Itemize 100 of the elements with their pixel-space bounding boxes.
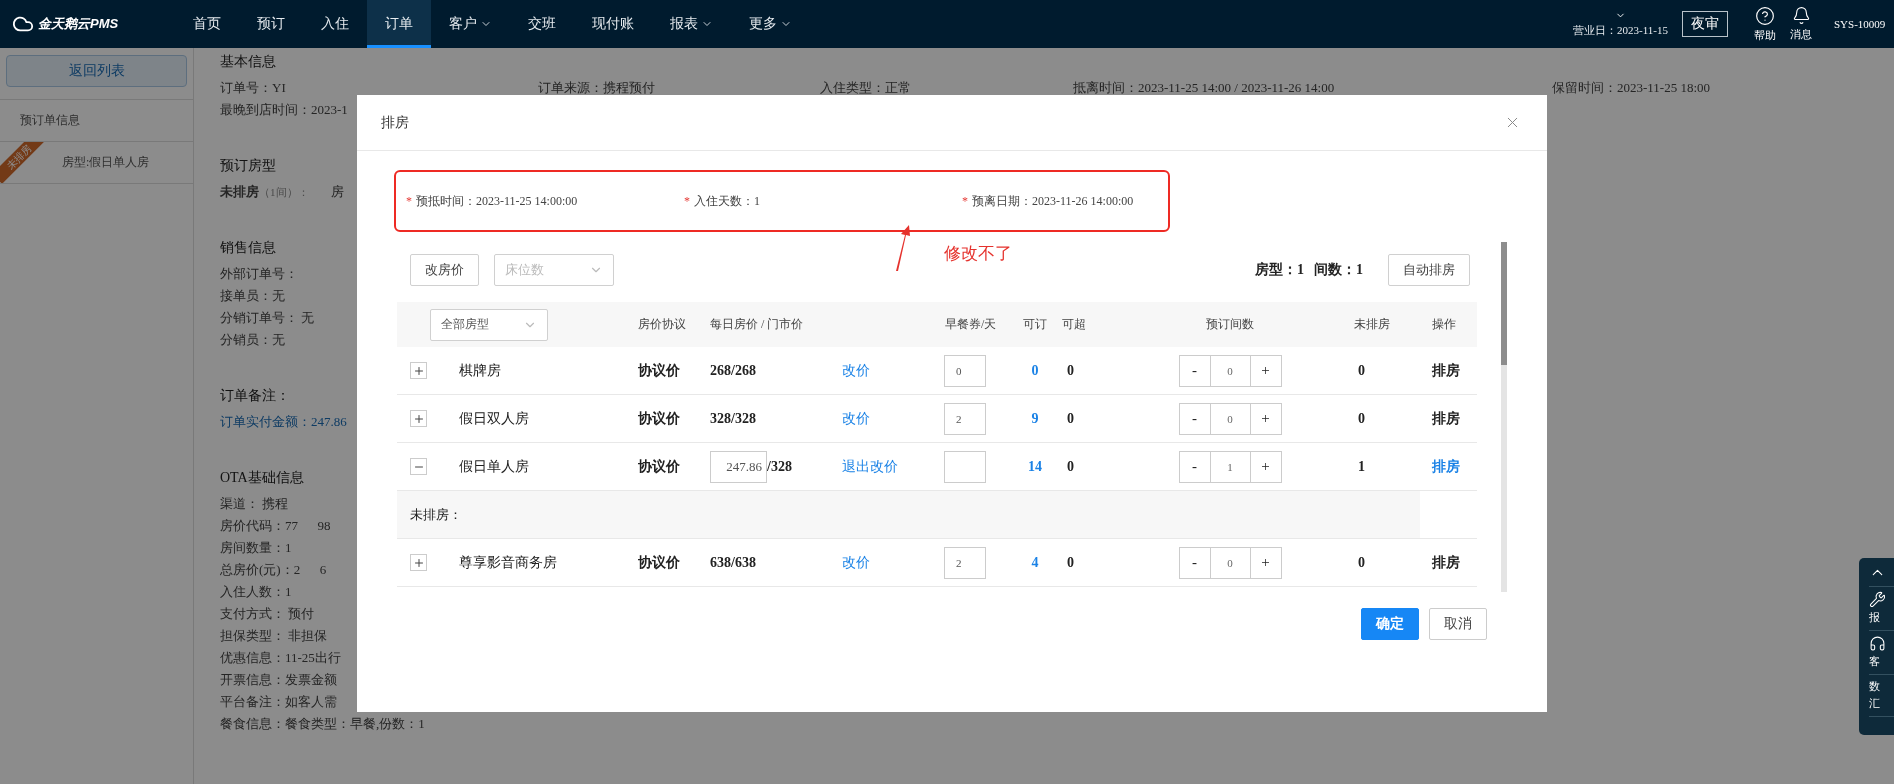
room-count-input[interactable]: 1	[1209, 451, 1251, 482]
info-line: 担保类型： 非担保	[220, 627, 328, 645]
annotation-text: 修改不了	[944, 242, 1012, 265]
change-price-button[interactable]: 改房价	[410, 254, 479, 286]
scrollbar-thumb[interactable]	[1501, 242, 1507, 365]
overbook-count: 0	[1067, 554, 1074, 571]
rate-agreement: 协议价	[637, 457, 680, 476]
change-price-link[interactable]: 改价	[842, 361, 870, 380]
column-header: 可订	[1010, 302, 1060, 347]
price-input[interactable]: 247.86	[710, 450, 767, 483]
date-field: * 预抵时间：2023-11-25 14:00:00	[406, 192, 684, 210]
sidebar-item[interactable]: 未排房 房型:假日单人房	[0, 141, 193, 183]
rate-agreement: 协议价	[637, 409, 680, 428]
help-label[interactable]: 帮助	[1754, 27, 1776, 43]
nav-tab[interactable]: 报表	[652, 0, 731, 48]
expand-button[interactable]	[410, 554, 427, 571]
section-title: 基本信息	[220, 53, 276, 71]
overbook-count: 0	[1067, 410, 1074, 427]
column-header: 预订间数	[1120, 302, 1340, 347]
daily-price: 638/638	[709, 554, 756, 571]
breakfast-input[interactable]	[944, 450, 986, 483]
room-type-filter[interactable]: 全部房型	[430, 308, 548, 341]
room-count-stepper[interactable]: - 0 +	[1178, 354, 1282, 387]
nav-tab[interactable]: 订单	[367, 0, 431, 48]
room-count-stepper[interactable]: - 1 +	[1178, 450, 1282, 483]
breakfast-input[interactable]: 2	[944, 402, 986, 435]
available-count: 0	[1031, 362, 1039, 379]
nav-tab[interactable]: 入住	[303, 0, 367, 48]
info-line: 房	[330, 184, 344, 199]
rack-price: /328	[767, 458, 792, 475]
room-count-stepper[interactable]: - 0 +	[1178, 402, 1282, 435]
column-header: 可超	[1060, 302, 1120, 347]
sidebar-item[interactable]: 预订单信息	[0, 99, 193, 141]
expand-button[interactable]	[410, 362, 427, 379]
room-count-stepper[interactable]: - 0 +	[1178, 546, 1282, 579]
plus-icon	[412, 364, 425, 377]
column-header: 早餐券/天	[935, 302, 1010, 347]
info-line: 渠道： 携程	[220, 495, 289, 513]
expand-button[interactable]	[410, 410, 427, 427]
confirm-button[interactable]: 确定	[1361, 608, 1419, 640]
section-title: 订单备注：	[220, 387, 290, 405]
info-line: 订单号：YI	[220, 79, 287, 97]
info-line: 总房价(元)：2 6	[220, 561, 327, 579]
overbook-count: 0	[1067, 458, 1074, 475]
overbook-count: 0	[1067, 362, 1074, 379]
room-type-name: 假日单人房	[458, 457, 529, 476]
user-name[interactable]: SYS-10009	[1834, 18, 1894, 30]
info-line: 抵离时间：2023-11-25 14:00 / 2023-11-26 14:00	[1073, 79, 1336, 97]
assign-room-link[interactable]: 排房	[1432, 553, 1460, 572]
wrench-icon[interactable]	[1869, 591, 1886, 608]
side-panel-label[interactable]: 报	[1869, 610, 1880, 625]
headset-icon[interactable]	[1869, 635, 1886, 652]
info-line: 房间数量：1	[220, 539, 292, 557]
side-panel-label[interactable]: 数	[1869, 679, 1880, 694]
auto-assign-button[interactable]: 自动排房	[1388, 254, 1470, 286]
assign-room-link[interactable]: 排房	[1432, 409, 1460, 428]
bell-icon[interactable]	[1791, 6, 1811, 25]
info-line: 外部订单号：	[220, 265, 298, 283]
nav-tab[interactable]: 现付账	[574, 0, 652, 48]
nav-tab[interactable]: 更多	[731, 0, 810, 48]
change-price-link[interactable]: 退出改价	[842, 457, 898, 476]
assign-room-link[interactable]: 排房	[1432, 457, 1460, 476]
info-line: 分销员：无	[220, 331, 285, 349]
unassigned-count: 0	[1358, 554, 1365, 571]
side-panel-label[interactable]: 汇	[1869, 696, 1880, 711]
side-panel-label[interactable]: 客	[1869, 654, 1880, 669]
info-line: 订单来源：携程预付	[538, 79, 656, 97]
nav-tab[interactable]: 客户	[431, 0, 510, 48]
nav-tab[interactable]: 首页	[175, 0, 239, 48]
unassigned-count: 0	[1358, 410, 1365, 427]
room-type-name: 尊享影音商务房	[458, 553, 557, 572]
change-price-link[interactable]: 改价	[842, 553, 870, 572]
breakfast-input[interactable]: 0	[944, 354, 986, 387]
help-icon[interactable]	[1755, 5, 1775, 26]
nav-tab[interactable]: 预订	[239, 0, 303, 48]
amount-link[interactable]: 订单实付金额：247.86	[220, 411, 347, 433]
info-line: 分销订单号： 无	[220, 309, 315, 327]
rate-agreement: 协议价	[637, 553, 680, 572]
info-line: 优惠信息：11-25出行	[220, 649, 341, 667]
dialog-title: 排房	[381, 113, 409, 132]
assign-room-link[interactable]: 排房	[1432, 361, 1460, 380]
change-price-link[interactable]: 改价	[842, 409, 870, 428]
room-count-input[interactable]: 0	[1209, 403, 1251, 434]
messages-label[interactable]: 消息	[1790, 27, 1812, 42]
rate-agreement: 协议价	[637, 361, 680, 380]
room-type-name: 棋牌房	[458, 361, 501, 380]
column-header: 未排房	[1340, 302, 1420, 347]
breakfast-input[interactable]: 2	[944, 546, 986, 579]
unassigned-count: 0	[1358, 362, 1365, 379]
nav-tab[interactable]: 交班	[510, 0, 574, 48]
cancel-button[interactable]: 取消	[1429, 608, 1487, 640]
info-line: 房价代码：77 98	[220, 517, 331, 535]
room-count-input[interactable]: 0	[1209, 547, 1251, 578]
collapse-button[interactable]	[410, 458, 427, 475]
unassigned-count: 1	[1358, 458, 1365, 475]
room-count-input[interactable]: 0	[1209, 355, 1251, 386]
night-audit-button[interactable]: 夜审	[1682, 11, 1728, 37]
date-field: * 入住天数：1	[684, 192, 962, 210]
room-summary: 房型：1 间数：1	[1255, 261, 1364, 279]
pending-label: 未排房	[220, 184, 259, 199]
